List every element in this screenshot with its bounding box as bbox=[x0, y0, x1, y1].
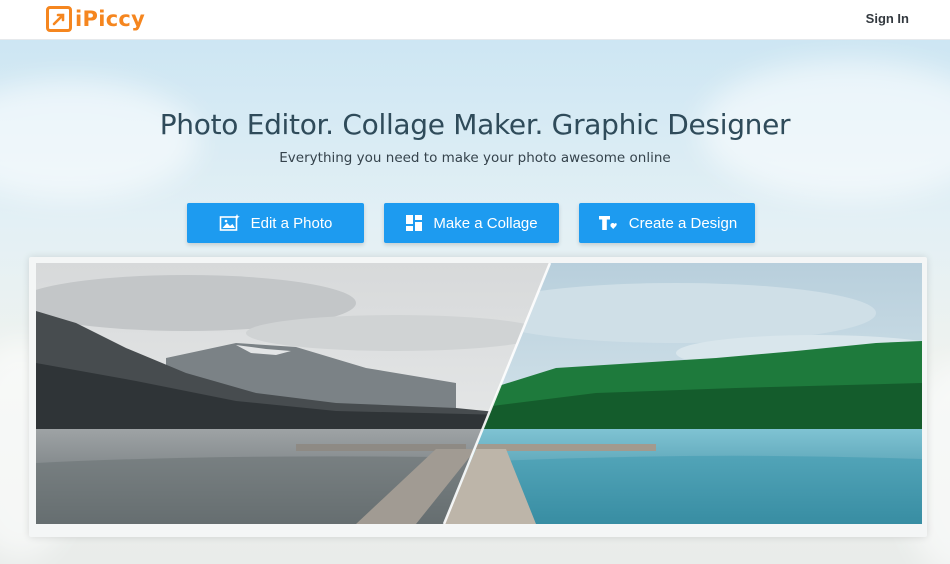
create-design-button[interactable]: Create a Design bbox=[579, 203, 755, 243]
text-design-icon bbox=[598, 216, 617, 230]
collage-grid-icon bbox=[406, 215, 423, 231]
make-collage-button[interactable]: Make a Collage bbox=[384, 203, 559, 243]
edit-photo-label: Edit a Photo bbox=[250, 214, 333, 232]
before-after-preview-image bbox=[36, 263, 922, 524]
sign-in-link[interactable]: Sign In bbox=[866, 11, 909, 26]
top-navigation-bar: iPiccy Sign In bbox=[0, 0, 950, 40]
create-design-label: Create a Design bbox=[628, 214, 738, 232]
hero-title: Photo Editor. Collage Maker. Graphic Des… bbox=[159, 108, 791, 141]
hero-subtitle: Everything you need to make your photo a… bbox=[279, 150, 671, 166]
logo-mark-icon bbox=[46, 6, 72, 32]
edit-photo-button[interactable]: Edit a Photo bbox=[187, 203, 364, 243]
brand-logo[interactable]: iPiccy bbox=[46, 6, 145, 32]
brand-name: iPiccy bbox=[75, 7, 146, 31]
make-collage-label: Make a Collage bbox=[433, 214, 538, 232]
photo-edit-icon bbox=[219, 214, 240, 231]
